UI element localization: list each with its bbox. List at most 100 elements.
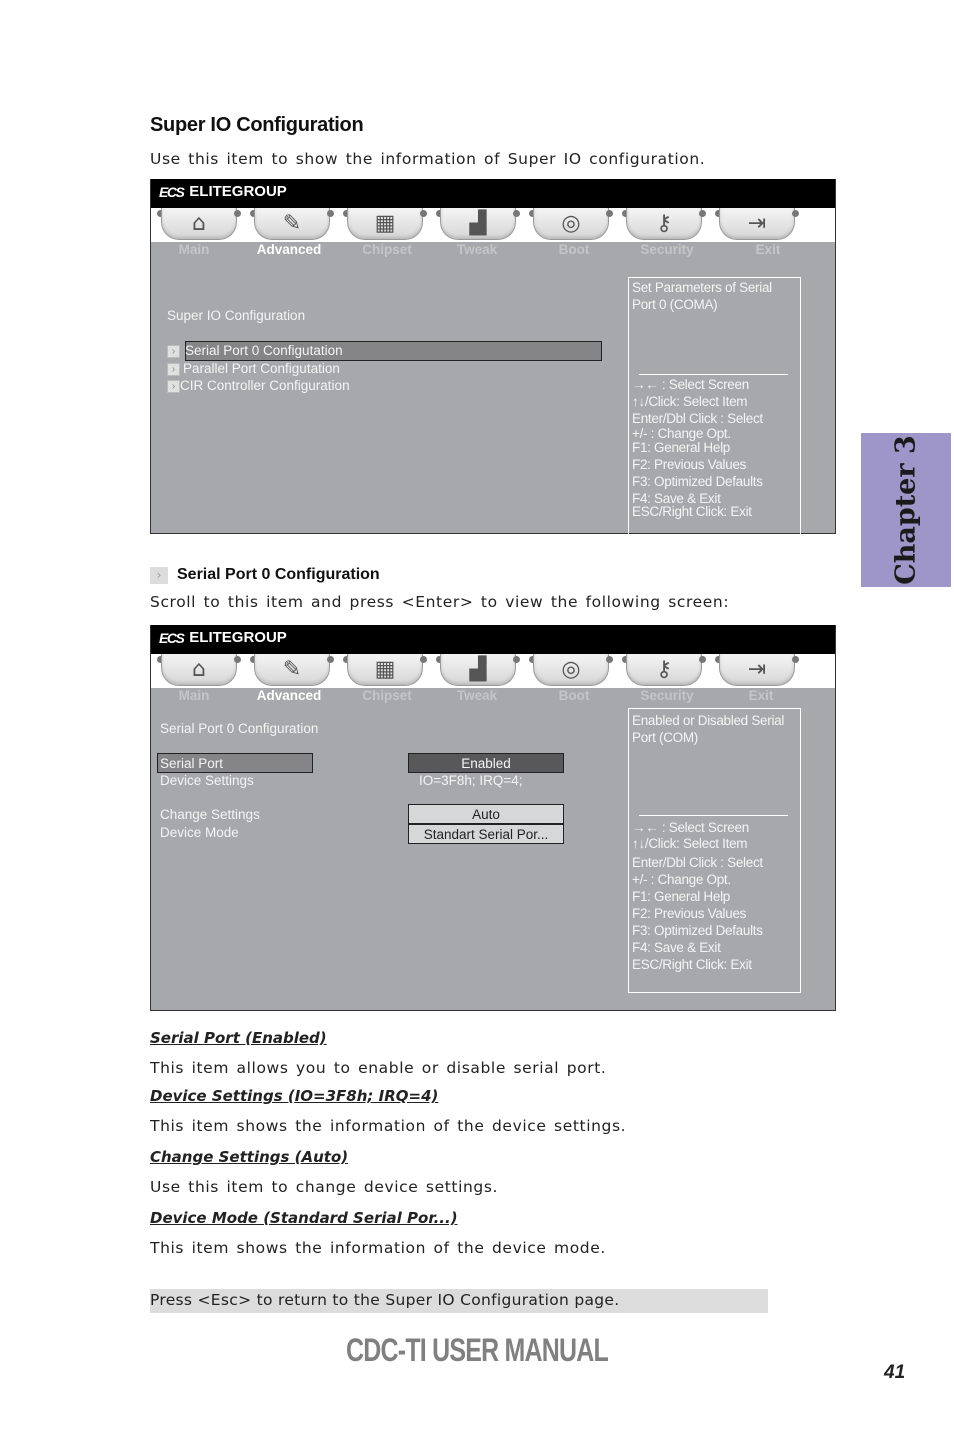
chart-icon: ▟ xyxy=(469,657,487,682)
help-text-line: Enabled or Disabled Serial xyxy=(632,713,785,728)
tab-boot[interactable]: ◎ xyxy=(529,654,613,688)
help-text-line: Port 0 (COMA) xyxy=(632,297,718,312)
device-settings-value: IO=3F8h; IRQ=4; xyxy=(419,773,523,788)
tab-exit[interactable]: ⇥ xyxy=(715,654,799,688)
ecs-logo: ECS ELITEGROUP xyxy=(159,183,287,200)
key-hint: ESC/Right Click: Exit xyxy=(632,957,752,972)
tab-label-tweak[interactable]: Tweak xyxy=(432,688,522,703)
item-heading-device-settings: Device Settings (IO=3F8h; IRQ=4) xyxy=(150,1087,439,1105)
item-desc-device-settings: This item shows the information of the d… xyxy=(150,1117,627,1135)
key-hint: ESC/Right Click: Exit xyxy=(632,504,752,519)
key-hint: F3: Optimized Defaults xyxy=(632,923,763,938)
tab-label-chipset[interactable]: Chipset xyxy=(342,688,432,703)
tab-security[interactable]: ⚷ xyxy=(622,654,706,688)
chip-icon: ▦ xyxy=(374,657,396,682)
tab-label-boot[interactable]: Boot xyxy=(529,688,619,703)
tab-main[interactable]: ⌂ xyxy=(157,654,241,688)
tab-exit[interactable]: ⇥ xyxy=(715,208,799,242)
home-icon: ⌂ xyxy=(192,657,206,682)
tab-label-security[interactable]: Security xyxy=(622,688,712,703)
key-hint: ↑↓/Click: Select Item xyxy=(632,836,748,851)
tab-tweak[interactable]: ▟ xyxy=(436,654,520,688)
setting-label-serial-port[interactable]: Serial Port xyxy=(160,756,223,771)
help-panel: Enabled or Disabled Serial Port (COM) →←… xyxy=(628,708,801,993)
setting-label-device-mode: Device Mode xyxy=(160,825,239,840)
tab-label-tweak[interactable]: Tweak xyxy=(432,242,522,257)
key-hint: F4: Save & Exit xyxy=(632,940,721,955)
menu-item-cir-controller[interactable]: › CIR Controller Configuration xyxy=(167,378,350,393)
exit-icon: ⇥ xyxy=(747,657,767,682)
setting-label-device-settings: Device Settings xyxy=(160,773,254,788)
change-settings-value[interactable]: Auto xyxy=(408,804,564,824)
tab-label-security[interactable]: Security xyxy=(622,242,712,257)
tab-advanced[interactable]: ✎ xyxy=(250,654,334,688)
setting-label-change-settings: Change Settings xyxy=(160,807,260,822)
wrench-icon: ✎ xyxy=(282,211,302,236)
tab-label-chipset[interactable]: Chipset xyxy=(342,242,432,257)
exit-icon: ⇥ xyxy=(747,211,767,236)
screen-heading: Super IO Configuration xyxy=(167,308,306,323)
section-title: Super IO Configuration xyxy=(150,114,364,136)
key-hint: ↑↓/Click: Select Item xyxy=(632,394,748,409)
key-hint: +/- : Change Opt. xyxy=(632,872,731,887)
manual-footer-title: CDC-TI USER MANUAL xyxy=(346,1332,609,1368)
help-text-line: Port (COM) xyxy=(632,730,698,745)
tab-chipset[interactable]: ▦ xyxy=(343,654,427,688)
help-text-line: Set Parameters of Serial xyxy=(632,280,772,295)
item-desc-change-settings: Use this item to change device settings. xyxy=(150,1178,499,1196)
subsection-description: Scroll to this item and press <Enter> to… xyxy=(150,593,730,611)
tab-label-advanced[interactable]: Advanced xyxy=(244,242,334,257)
tab-tweak[interactable]: ▟ xyxy=(436,208,520,242)
section-description: Use this item to show the information of… xyxy=(150,150,706,168)
tab-label-exit[interactable]: Exit xyxy=(723,242,813,257)
help-panel: Set Parameters of Serial Port 0 (COMA) →… xyxy=(628,277,801,538)
tab-label-boot[interactable]: Boot xyxy=(529,242,619,257)
key-hint: →← : Select Screen xyxy=(632,377,749,392)
tab-main[interactable]: ⌂ xyxy=(157,208,241,242)
item-heading-serial-port: Serial Port (Enabled) xyxy=(150,1029,327,1047)
tab-strip: ⌂ ✎ ▦ ▟ ◎ ⚷ ⇥ xyxy=(151,654,835,688)
tab-security[interactable]: ⚷ xyxy=(622,208,706,242)
tab-advanced[interactable]: ✎ xyxy=(250,208,334,242)
bios-header: ECS ELITEGROUP xyxy=(151,179,835,208)
key-hint: F2: Previous Values xyxy=(632,457,747,472)
key-hint: F1: General Help xyxy=(632,440,730,455)
help-divider xyxy=(639,815,788,816)
bios-header: ECS ELITEGROUP xyxy=(151,625,835,654)
key-hint: F2: Previous Values xyxy=(632,906,747,921)
tab-labels: Main Advanced Chipset Tweak Boot Securit… xyxy=(151,242,835,260)
item-heading-change-settings: Change Settings (Auto) xyxy=(150,1148,349,1166)
menu-item-serial-port-0[interactable]: › Serial Port 0 Configutation xyxy=(167,343,343,358)
tab-strip: ⌂ ✎ ▦ ▟ ◎ ⚷ ⇥ xyxy=(151,208,835,242)
tab-chipset[interactable]: ▦ xyxy=(343,208,427,242)
menu-item-parallel-port[interactable]: › Parallel Port Configutation xyxy=(167,361,340,376)
tab-label-main[interactable]: Main xyxy=(149,242,239,257)
chapter-tab: Chapter 3 xyxy=(861,433,951,587)
key-hint: +/- : Change Opt. xyxy=(632,426,731,441)
key-hint: →← : Select Screen xyxy=(632,820,749,835)
tab-label-exit[interactable]: Exit xyxy=(716,688,806,703)
esc-note: Press <Esc> to return to the Super IO Co… xyxy=(150,1289,768,1313)
submenu-arrow-icon: › xyxy=(167,379,180,393)
tab-label-advanced[interactable]: Advanced xyxy=(244,688,334,703)
ecs-logo-mark: ECS xyxy=(159,629,185,646)
page-number: 41 xyxy=(884,1362,906,1383)
tab-label-main[interactable]: Main xyxy=(149,688,239,703)
item-desc-serial-port: This item allows you to enable or disabl… xyxy=(150,1059,607,1077)
key-hint: Enter/Dbl Click : Select xyxy=(632,855,763,870)
submenu-arrow-icon: › xyxy=(167,362,180,376)
tab-labels: Main Advanced Chipset Tweak Boot Securit… xyxy=(151,688,835,706)
tab-boot[interactable]: ◎ xyxy=(529,208,613,242)
power-icon: ◎ xyxy=(561,657,581,682)
item-heading-device-mode: Device Mode (Standard Serial Por...) xyxy=(150,1209,458,1227)
home-icon: ⌂ xyxy=(192,211,206,236)
serial-port-value[interactable]: Enabled xyxy=(408,753,564,773)
submenu-arrow-icon: › xyxy=(167,344,180,358)
wrench-icon: ✎ xyxy=(282,657,302,682)
power-icon: ◎ xyxy=(561,211,581,236)
brand-name: ELITEGROUP xyxy=(189,183,287,200)
help-divider xyxy=(639,374,788,375)
subsection-arrow-icon: › xyxy=(150,567,168,584)
brand-name: ELITEGROUP xyxy=(189,629,287,646)
key-hint: F1: General Help xyxy=(632,889,730,904)
